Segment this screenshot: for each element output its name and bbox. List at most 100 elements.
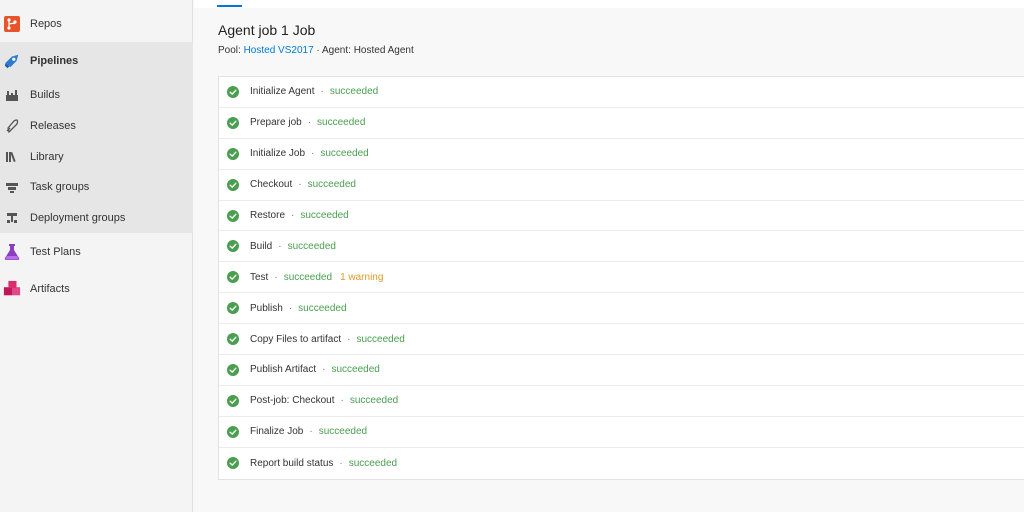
sidebar-item-test-plans[interactable]: Test Plans (0, 237, 193, 267)
sidebar-item-label: Repos (30, 18, 62, 30)
success-check-icon (227, 333, 239, 346)
step-name: Finalize Job (250, 426, 304, 438)
success-check-icon (227, 425, 239, 438)
sidebar: Repos Pipelines Builds Releases Library … (0, 0, 193, 512)
success-check-icon (227, 147, 239, 160)
step-text: Copy Files to artifact · succeeded (250, 334, 405, 345)
step-name: Checkout (250, 179, 293, 191)
step-text: Post-job: Checkout · succeeded (250, 395, 398, 406)
agent-label: Agent: (322, 45, 351, 56)
builds-icon (5, 88, 19, 102)
job-step-row[interactable]: Checkout · succeeded (219, 170, 1024, 201)
step-text: Finalize Job · succeeded (250, 426, 367, 437)
step-warning[interactable]: 1 warning (340, 272, 383, 283)
separator: · (298, 179, 302, 191)
agent-value: Hosted Agent (353, 45, 414, 56)
sidebar-item-library[interactable]: Library (0, 142, 193, 172)
job-steps-list: Initialize Agent · succeeded Prepare job · su… (218, 76, 1024, 480)
test-plans-icon (3, 243, 21, 261)
artifacts-icon (3, 280, 21, 298)
step-name: Publish Artifact (250, 364, 317, 376)
sidebar-item-deployment-groups[interactable]: Deployment groups (0, 203, 193, 233)
success-check-icon (227, 394, 239, 407)
releases-icon (5, 119, 19, 133)
step-text: Prepare job · succeeded (250, 117, 365, 128)
step-status: succeeded (320, 148, 369, 160)
step-name: Initialize Job (250, 148, 306, 160)
sidebar-item-label: Test Plans (30, 246, 81, 258)
main-content: Agent job 1 Job Pool: Hosted VS2017 · Ag… (194, 0, 1024, 512)
sidebar-item-releases[interactable]: Releases (0, 111, 193, 141)
step-name: Post-job: Checkout (250, 395, 335, 407)
job-step-row[interactable]: Prepare job · succeeded (219, 108, 1024, 139)
step-status: succeeded (349, 395, 399, 407)
step-name: Build (250, 240, 273, 252)
job-pool-info: Pool: Hosted VS2017 · Agent: Hosted Agen… (218, 45, 414, 56)
step-status: succeeded (317, 117, 366, 129)
step-name: Copy Files to artifact (250, 333, 342, 345)
job-step-row[interactable]: Report build status · succeeded (219, 448, 1024, 479)
success-check-icon (227, 178, 239, 191)
separator: · (347, 333, 351, 345)
step-name: Prepare job (250, 117, 302, 129)
sidebar-item-label: Builds (30, 89, 60, 101)
deployment-groups-icon (5, 211, 19, 225)
job-step-row[interactable]: Test · succeeded 1 warning (219, 262, 1024, 294)
job-step-row[interactable]: Restore · succeeded (219, 201, 1024, 232)
job-step-row[interactable]: Copy Files to artifact · succeeded (219, 324, 1024, 356)
sidebar-item-label: Deployment groups (30, 212, 126, 224)
separator: · (320, 86, 324, 98)
separator: · (316, 45, 320, 56)
sidebar-item-builds[interactable]: Builds (0, 80, 193, 110)
step-name: Publish (250, 302, 283, 314)
pool-label: Pool: (218, 45, 241, 56)
separator: · (278, 240, 282, 252)
success-check-icon (227, 85, 239, 98)
job-step-row[interactable]: Publish · succeeded (219, 293, 1024, 325)
success-check-icon (227, 240, 239, 253)
separator: · (288, 302, 293, 314)
job-step-row[interactable]: Initialize Agent · succeeded (219, 77, 1024, 108)
step-text: Build · succeeded (250, 241, 336, 252)
step-text: Initialize Job · succeeded (250, 148, 369, 159)
task-groups-icon (5, 180, 19, 194)
step-status: succeeded (348, 457, 398, 469)
job-step-row[interactable]: Publish Artifact · succeeded (219, 355, 1024, 386)
step-status: succeeded (298, 302, 347, 314)
top-tab-bar (194, 0, 1024, 8)
sidebar-item-repos[interactable]: Repos (0, 9, 193, 39)
separator: · (309, 426, 313, 438)
sidebar-item-label: Artifacts (30, 283, 70, 295)
library-icon (5, 150, 19, 164)
sidebar-item-pipelines[interactable]: Pipelines (0, 46, 193, 76)
separator: · (307, 117, 312, 129)
step-text: Checkout · succeeded (250, 179, 356, 190)
job-step-row[interactable]: Finalize Job · succeeded (219, 417, 1024, 448)
success-check-icon (227, 363, 239, 376)
pool-link[interactable]: Hosted VS2017 (244, 45, 314, 56)
job-step-row[interactable]: Build · succeeded (219, 231, 1024, 263)
step-status: succeeded (283, 271, 333, 283)
step-name: Test (250, 271, 269, 283)
step-text: Initialize Agent · succeeded (250, 86, 378, 97)
step-status: succeeded (287, 240, 336, 252)
separator: · (339, 457, 343, 469)
step-status: succeeded (307, 179, 356, 191)
sidebar-item-label: Library (30, 151, 64, 163)
step-text: Test · succeeded 1 warning (250, 272, 383, 283)
step-name: Restore (250, 210, 286, 221)
success-check-icon (227, 302, 239, 315)
sidebar-item-task-groups[interactable]: Task groups (0, 172, 193, 202)
job-step-row[interactable]: Post-job: Checkout · succeeded (219, 386, 1024, 417)
job-step-row[interactable]: Initialize Job · succeeded (219, 139, 1024, 170)
step-text: Publish · succeeded (250, 303, 347, 314)
step-text: Restore · succeeded (250, 210, 349, 221)
step-name: Initialize Agent (250, 86, 315, 98)
page-title: Agent job 1 Job (218, 22, 316, 38)
sidebar-item-artifacts[interactable]: Artifacts (0, 274, 193, 304)
sidebar-item-label: Releases (30, 120, 76, 132)
success-check-icon (227, 209, 239, 222)
success-check-icon (227, 457, 239, 470)
repos-icon (3, 15, 21, 33)
sidebar-item-label: Task groups (30, 181, 90, 193)
